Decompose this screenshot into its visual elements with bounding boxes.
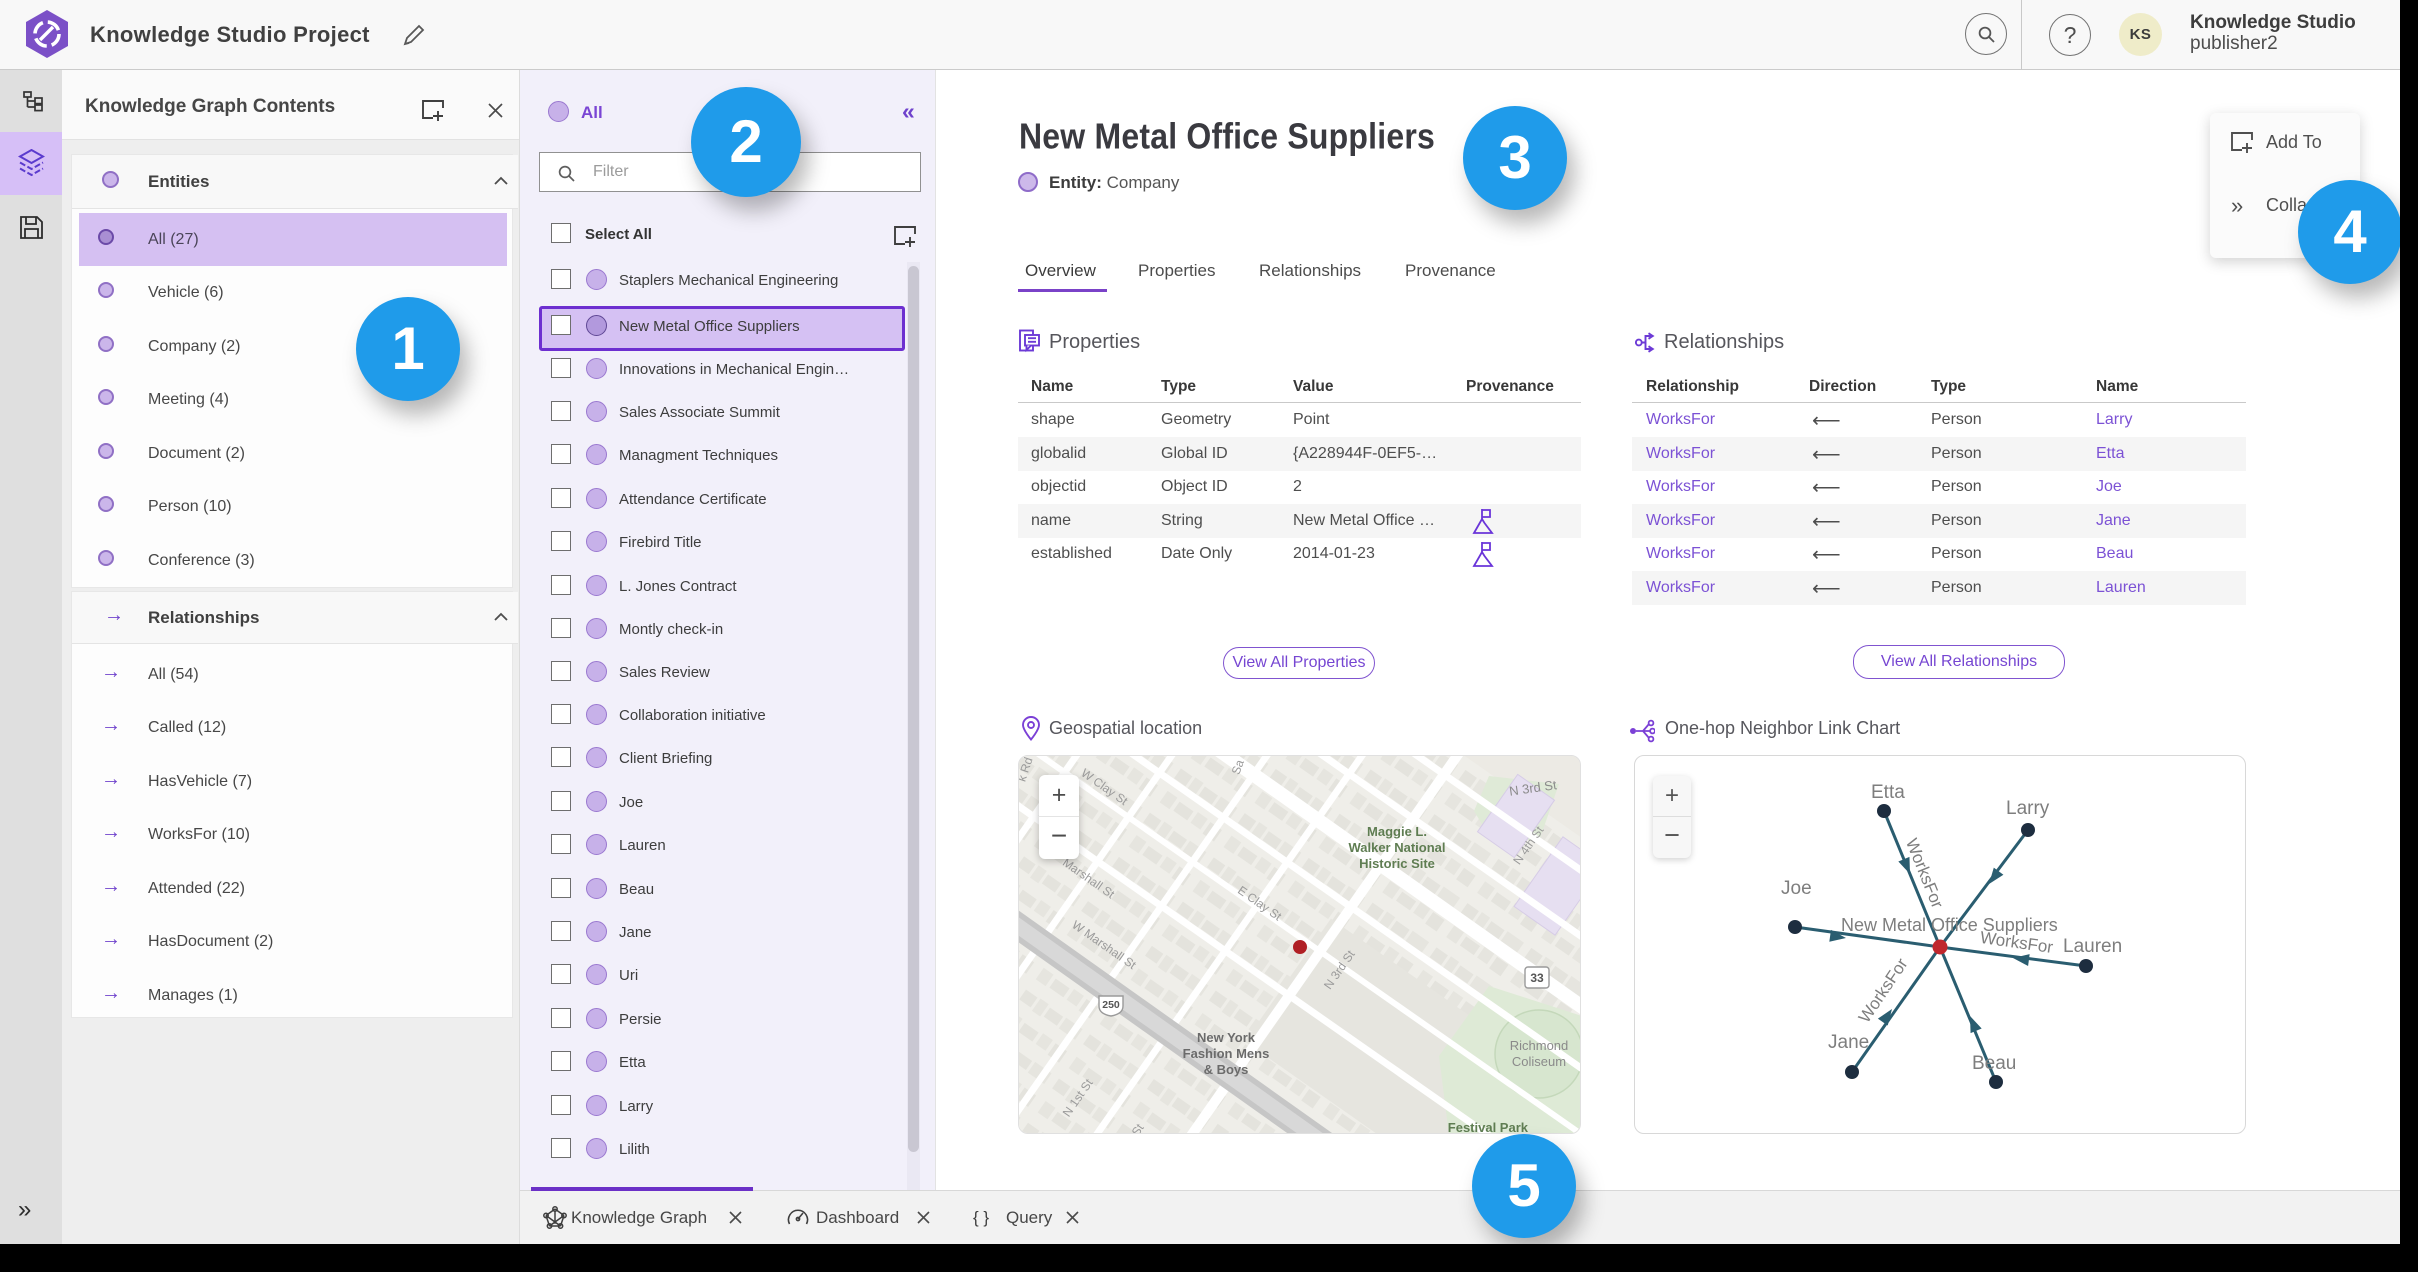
svg-text:Joe: Joe — [1781, 878, 1812, 899]
svg-text:& Boys: & Boys — [1204, 1062, 1249, 1077]
svg-text:Beau: Beau — [1972, 1053, 2016, 1074]
svg-text:New York: New York — [1197, 1030, 1256, 1045]
svg-text:Larry: Larry — [2006, 798, 2050, 819]
svg-text:Maggie L.: Maggie L. — [1367, 824, 1427, 839]
svg-text:New Metal Office Suppliers: New Metal Office Suppliers — [1841, 915, 2058, 935]
svg-text:Fashion Mens: Fashion Mens — [1183, 1046, 1270, 1061]
svg-text:250: 250 — [1102, 999, 1120, 1011]
svg-text:Coliseum: Coliseum — [1512, 1054, 1566, 1069]
svg-text:Walker National: Walker National — [1348, 840, 1445, 855]
svg-text:Richmond: Richmond — [1510, 1038, 1569, 1053]
svg-text:33: 33 — [1530, 971, 1544, 985]
svg-text:Etta: Etta — [1871, 782, 1905, 803]
svg-text:Jane: Jane — [1828, 1032, 1869, 1053]
svg-text:Historic Site: Historic Site — [1359, 856, 1435, 871]
svg-text:Lauren: Lauren — [2063, 936, 2122, 957]
svg-text:Festival Park: Festival Park — [1448, 1120, 1529, 1134]
